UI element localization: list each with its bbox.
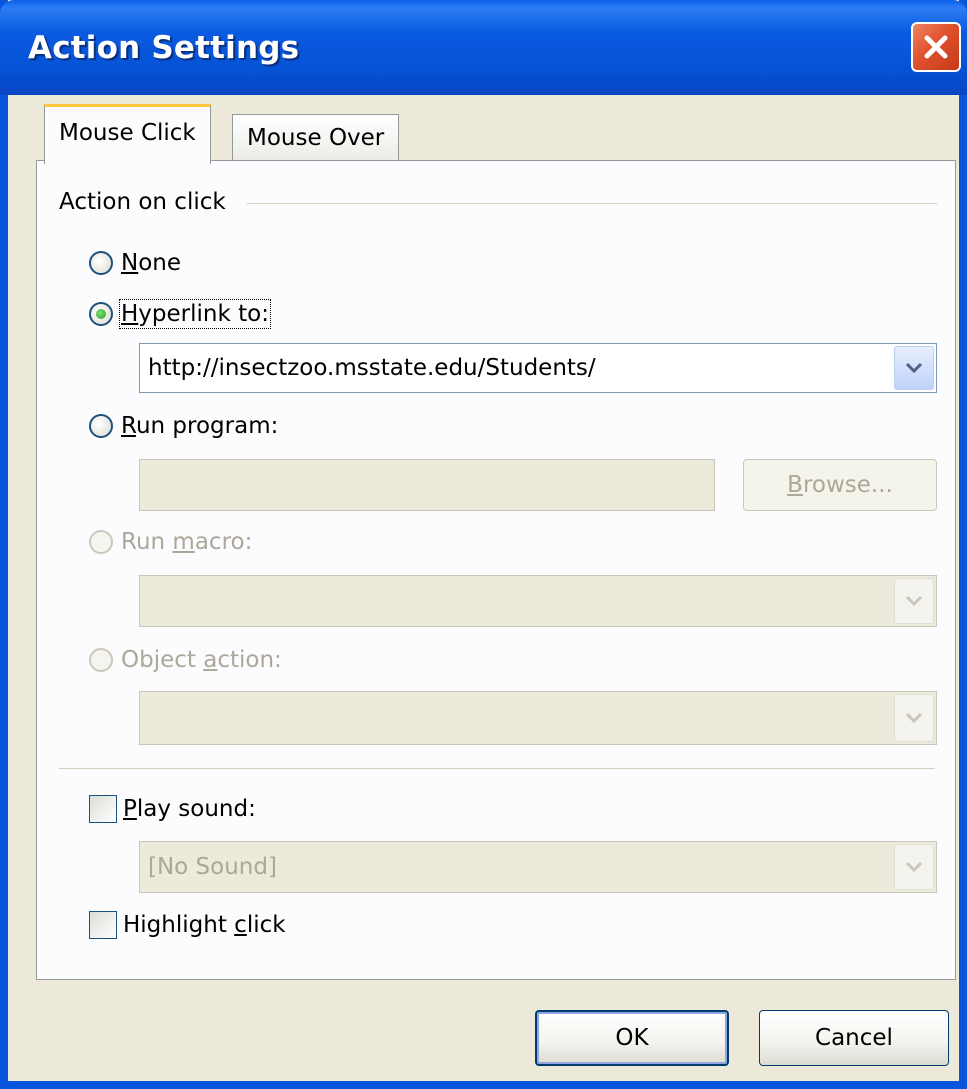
hyperlink-value: http://insectzoo.msstate.edu/Students/ — [148, 355, 596, 381]
group-label: Action on click — [59, 189, 234, 215]
chevron-down-icon — [905, 595, 923, 607]
run-macro-dropdown-button[interactable] — [894, 578, 934, 624]
chevron-down-icon — [905, 712, 923, 724]
sound-dropdown[interactable]: [No Sound] — [139, 841, 937, 893]
tab-mouse-click[interactable]: Mouse Click — [44, 104, 211, 164]
radio-none[interactable] — [89, 251, 113, 275]
radio-none-row[interactable]: None — [89, 246, 181, 280]
radio-object-action[interactable] — [89, 648, 113, 672]
highlight-click-label: Highlight click — [123, 912, 286, 938]
tab-mouse-over[interactable]: Mouse Over — [232, 114, 400, 162]
radio-run-program-label: Run program: — [121, 413, 279, 439]
run-macro-dropdown[interactable] — [139, 575, 937, 627]
title-bar[interactable]: Action Settings — [0, 0, 967, 95]
play-sound-label: Play sound: — [123, 796, 256, 822]
close-button[interactable] — [911, 22, 961, 72]
radio-object-action-row[interactable]: Object action: — [89, 643, 282, 677]
hyperlink-dropdown-button[interactable] — [894, 346, 934, 390]
hyperlink-dropdown[interactable]: http://insectzoo.msstate.edu/Students/ — [139, 343, 937, 393]
radio-hyperlink[interactable] — [89, 302, 113, 326]
play-sound-row[interactable]: Play sound: — [89, 791, 256, 827]
radio-run-macro-row[interactable]: Run macro: — [89, 525, 252, 559]
sound-dropdown-button[interactable] — [894, 844, 934, 890]
radio-hyperlink-row[interactable]: Hyperlink to: — [89, 297, 271, 331]
play-sound-checkbox[interactable] — [89, 795, 117, 823]
run-program-field[interactable] — [139, 459, 715, 511]
action-settings-dialog: Action Settings Mouse Click Mouse Over A… — [0, 0, 967, 1089]
radio-object-action-label: Object action: — [121, 647, 282, 673]
dialog-title: Action Settings — [28, 30, 300, 66]
radio-run-macro[interactable] — [89, 530, 113, 554]
browse-button[interactable]: Browse... — [743, 459, 937, 511]
cancel-button[interactable]: Cancel — [759, 1010, 949, 1066]
sound-value: [No Sound] — [148, 854, 277, 880]
ok-button[interactable]: OK — [535, 1010, 729, 1066]
highlight-click-checkbox[interactable] — [89, 911, 117, 939]
object-action-dropdown[interactable] — [139, 691, 937, 745]
chevron-down-icon — [905, 362, 923, 374]
group-divider — [247, 203, 937, 204]
highlight-click-row[interactable]: Highlight click — [89, 907, 286, 943]
close-icon — [924, 35, 948, 59]
radio-run-macro-label: Run macro: — [121, 529, 253, 555]
section-divider — [59, 768, 935, 769]
radio-run-program-row[interactable]: Run program: — [89, 409, 278, 443]
radio-none-label: None — [121, 250, 182, 276]
object-action-dropdown-button[interactable] — [894, 694, 934, 742]
radio-hyperlink-label: Hyperlink to: — [119, 299, 271, 329]
mouse-click-panel: Action on click None Hyperlink to: http:… — [36, 160, 956, 980]
radio-run-program[interactable] — [89, 414, 113, 438]
chevron-down-icon — [905, 861, 923, 873]
